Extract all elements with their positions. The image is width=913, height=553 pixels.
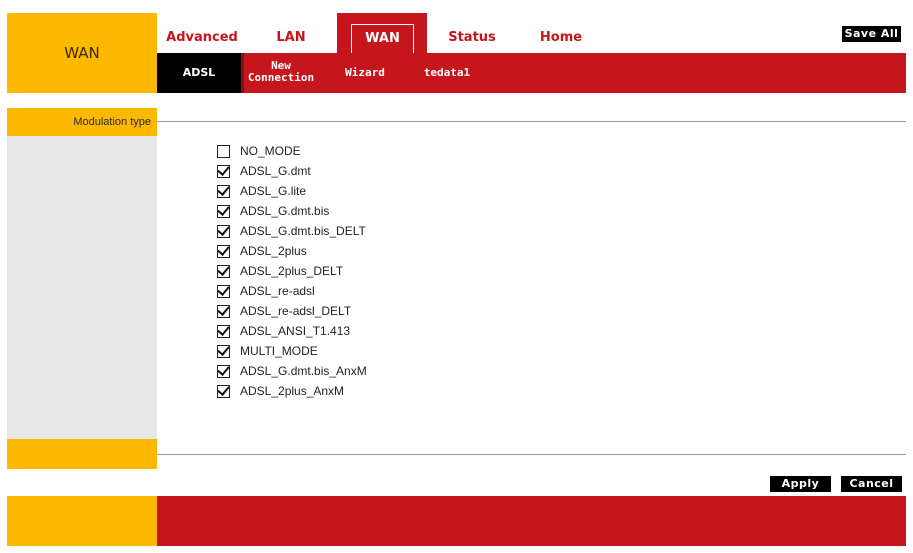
checked-checkbox[interactable] bbox=[217, 204, 230, 218]
modulation-option-row[interactable]: ADSL_2plus_DELT bbox=[217, 261, 517, 281]
modulation-option-label: MULTI_MODE bbox=[240, 344, 318, 358]
modulation-option-row[interactable]: ADSL_re-adsl bbox=[217, 281, 517, 301]
footer-left-block bbox=[7, 496, 157, 546]
modulation-option-row[interactable]: ADSL_re-adsl_DELT bbox=[217, 301, 517, 321]
tab-home[interactable]: Home bbox=[530, 24, 592, 54]
modulation-mode-list: NO_MODE ADSL_G.dmt ADSL_G.lite ADSL_G.dmt.b… bbox=[217, 141, 517, 401]
modulation-option-row[interactable]: ADSL_2plus bbox=[217, 241, 517, 261]
checked-checkbox[interactable] bbox=[217, 344, 230, 358]
modulation-option-row[interactable]: ADSL_G.dmt.bis_AnxM bbox=[217, 361, 517, 381]
tab-wan[interactable]: WAN bbox=[351, 24, 414, 53]
modulation-option-row[interactable]: NO_MODE bbox=[217, 141, 517, 161]
modulation-option-row[interactable]: ADSL_G.lite bbox=[217, 181, 517, 201]
checked-checkbox[interactable] bbox=[217, 304, 230, 318]
apply-button[interactable]: Apply bbox=[770, 476, 831, 492]
modulation-option-label: ADSL_G.dmt.bis_AnxM bbox=[240, 364, 367, 378]
cancel-button[interactable]: Cancel bbox=[841, 476, 902, 492]
checked-checkbox[interactable] bbox=[217, 164, 230, 178]
checked-checkbox[interactable] bbox=[217, 324, 230, 338]
modulation-option-label: ADSL_re-adsl bbox=[240, 284, 315, 298]
tab-status[interactable]: Status bbox=[440, 24, 504, 54]
subnav-new-connection-line2: Connection bbox=[247, 71, 315, 84]
modulation-type-label: Modulation type bbox=[73, 116, 151, 128]
modulation-option-label: ADSL_G.dmt.bis bbox=[240, 204, 330, 218]
footer-bar bbox=[157, 496, 906, 546]
checked-checkbox[interactable] bbox=[217, 264, 230, 278]
modulation-option-row[interactable]: ADSL_G.dmt bbox=[217, 161, 517, 181]
modulation-option-label: ADSL_G.lite bbox=[240, 184, 307, 198]
modulation-option-row[interactable]: ADSL_ANSI_T1.413 bbox=[217, 321, 517, 341]
save-all-button[interactable]: Save All bbox=[841, 25, 902, 43]
modulation-option-row[interactable]: ADSL_G.dmt.bis_DELT bbox=[217, 221, 517, 241]
checked-checkbox[interactable] bbox=[217, 224, 230, 238]
modulation-option-label: ADSL_2plus bbox=[240, 244, 307, 258]
checked-checkbox[interactable] bbox=[217, 364, 230, 378]
page-title: WAN bbox=[64, 44, 100, 62]
checked-checkbox[interactable] bbox=[217, 184, 230, 198]
sidebar-panel bbox=[7, 136, 157, 439]
unchecked-checkbox[interactable] bbox=[217, 144, 230, 158]
sidebar-footer-block bbox=[7, 439, 157, 469]
subnav-item-adsl[interactable]: ADSL bbox=[157, 53, 241, 93]
modulation-option-row[interactable]: ADSL_G.dmt.bis bbox=[217, 201, 517, 221]
modulation-option-label: ADSL_2plus_DELT bbox=[240, 264, 344, 278]
checked-checkbox[interactable] bbox=[217, 244, 230, 258]
subnav-item-new-connection[interactable]: New Connection bbox=[244, 53, 318, 93]
modulation-option-label: ADSL_ANSI_T1.413 bbox=[240, 324, 351, 338]
modulation-option-label: NO_MODE bbox=[240, 144, 301, 158]
modulation-option-row[interactable]: ADSL_2plus_AnxM bbox=[217, 381, 517, 401]
modulation-option-row[interactable]: MULTI_MODE bbox=[217, 341, 517, 361]
divider-top bbox=[157, 121, 906, 122]
checked-checkbox[interactable] bbox=[217, 384, 230, 398]
tab-advanced[interactable]: Advanced bbox=[160, 24, 244, 54]
subnav-item-wizard[interactable]: Wizard bbox=[334, 53, 396, 93]
modulation-option-label: ADSL_re-adsl_DELT bbox=[240, 304, 352, 318]
checked-checkbox[interactable] bbox=[217, 284, 230, 298]
modulation-option-label: ADSL_G.dmt.bis_DELT bbox=[240, 224, 366, 238]
modulation-option-label: ADSL_G.dmt bbox=[240, 164, 311, 178]
tab-lan[interactable]: LAN bbox=[262, 24, 320, 54]
divider-bottom bbox=[157, 454, 906, 455]
subnav-item-tedata1[interactable]: tedata1 bbox=[414, 53, 480, 93]
modulation-option-label: ADSL_2plus_AnxM bbox=[240, 384, 345, 398]
